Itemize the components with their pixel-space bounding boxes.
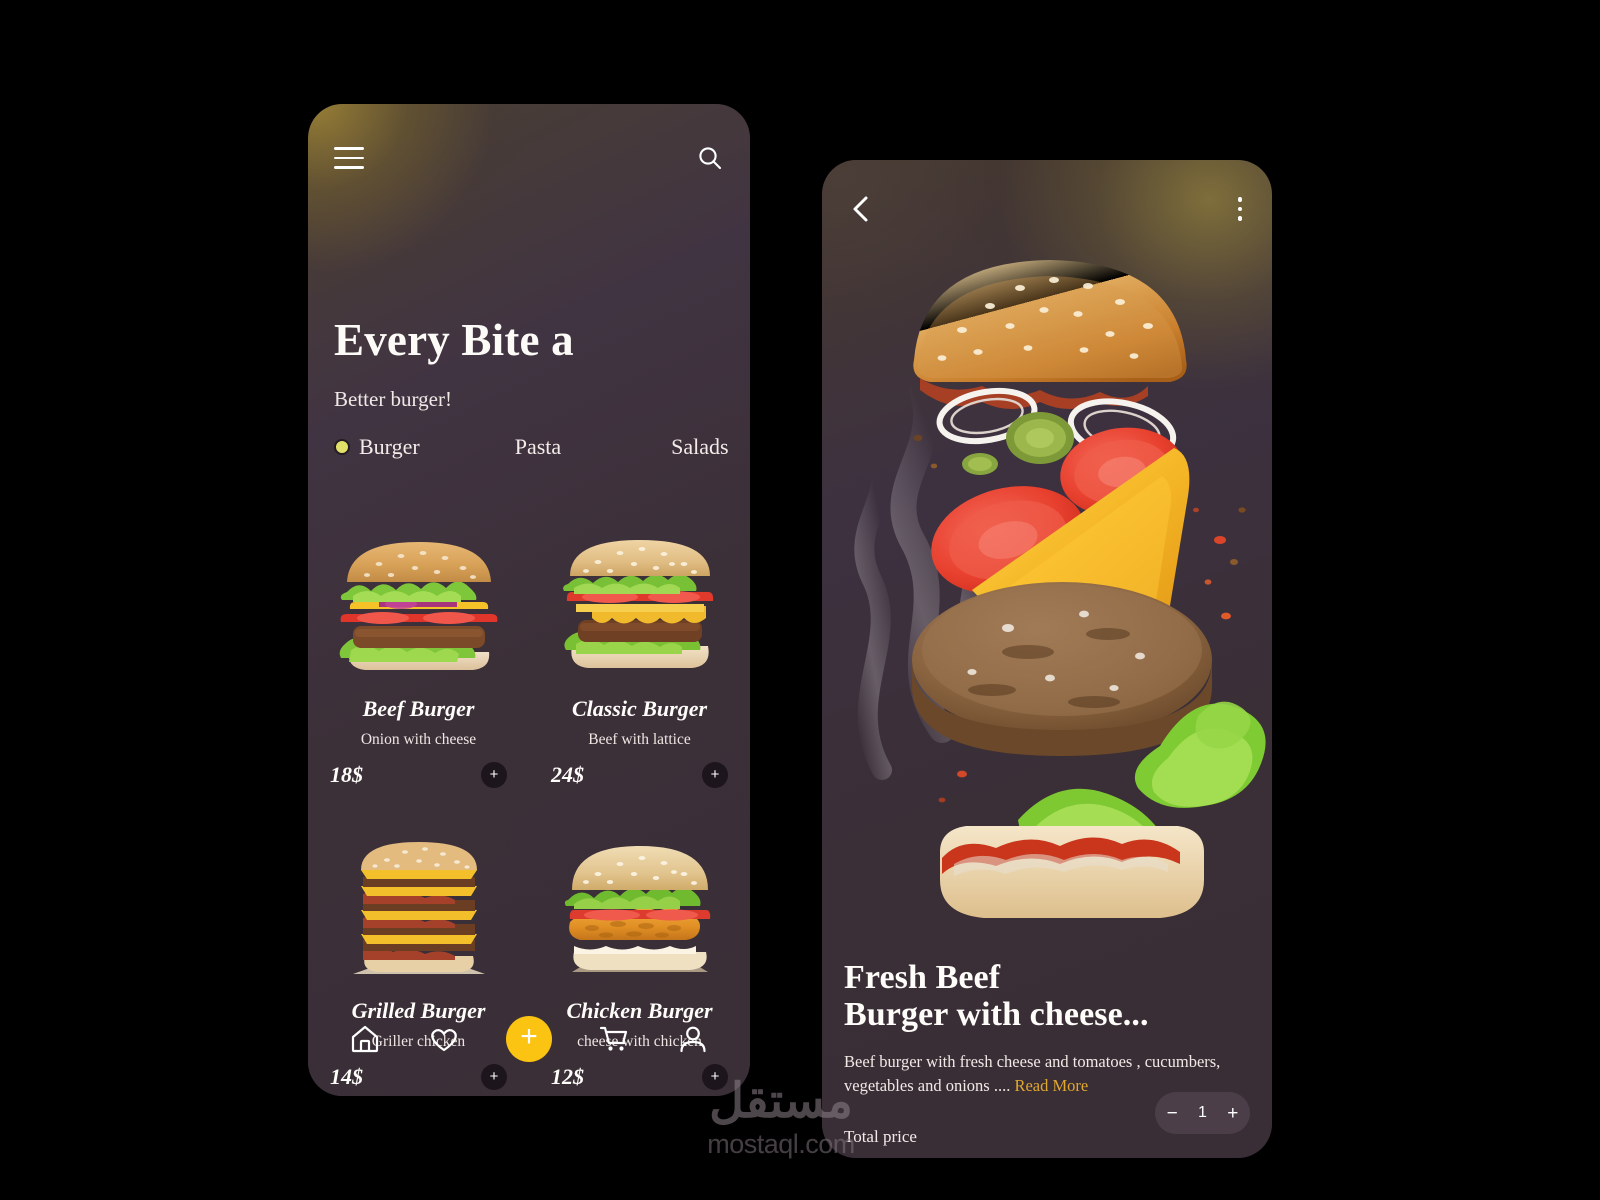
active-tab-dot-icon (334, 439, 350, 455)
add-to-cart-button[interactable]: + (702, 762, 728, 788)
product-name: Beef Burger (362, 696, 475, 721)
product-footer: 24$ + (547, 762, 732, 788)
product-price: 18$ (330, 762, 363, 787)
page-subtitle: Better burger! (334, 387, 452, 411)
nav-profile-icon[interactable] (676, 1022, 710, 1056)
product-footer: 18$ + (326, 762, 511, 788)
nav-cart-icon[interactable] (597, 1022, 631, 1056)
kebab-menu-icon[interactable] (1234, 193, 1247, 225)
tab-pasta-label: Pasta (514, 434, 562, 459)
detail-content: Fresh Beef Burger with cheese... Beef bu… (844, 959, 1250, 1158)
search-icon[interactable] (696, 144, 724, 172)
tab-burger[interactable]: Burger (334, 434, 420, 460)
back-chevron-icon[interactable] (848, 194, 874, 224)
screenshot-root: Every Bite a Better burger! Burger Pasta… (0, 0, 1600, 1200)
quantity-increment-button[interactable]: + (1224, 1104, 1241, 1123)
product-image-classic-burger (547, 534, 732, 684)
total-price-value: 24$ (844, 1155, 1250, 1158)
product-desc: Onion with cheese (360, 731, 477, 748)
detail-top-bar (822, 186, 1272, 232)
home-top-bar (308, 134, 750, 182)
page-title: Every Bite a (334, 315, 574, 365)
product-price: 24$ (551, 762, 584, 787)
product-image-grilled-burger (326, 836, 511, 986)
product-row-1: Beef Burger Onion with cheese 18$ + Clas… (308, 534, 750, 788)
read-more-link[interactable]: Read More (1014, 1076, 1088, 1095)
tab-salads-label: Salads (671, 434, 729, 459)
tab-salads[interactable]: Salads (671, 434, 728, 460)
product-card-classic-burger[interactable]: Classic Burger Beef with lattice 24$ + (529, 534, 750, 788)
detail-title-line-1: Fresh Beef (844, 959, 1001, 996)
nav-add-button[interactable]: + (505, 1016, 552, 1062)
product-name: Classic Burger (571, 696, 708, 721)
product-image-beef-burger (326, 534, 511, 684)
nav-heart-icon[interactable] (427, 1022, 461, 1056)
detail-title: Fresh Beef Burger with cheese... (844, 959, 1250, 1033)
quantity-stepper: − 1 + (1155, 1092, 1250, 1134)
nav-home-icon[interactable] (348, 1022, 382, 1056)
product-card-beef-burger[interactable]: Beef Burger Onion with cheese 18$ + (308, 534, 529, 788)
quantity-value: 1 (1198, 1104, 1207, 1121)
home-screen-phone: Every Bite a Better burger! Burger Pasta… (308, 104, 750, 1096)
product-image-chicken-burger (547, 836, 732, 986)
tab-pasta[interactable]: Pasta (515, 434, 561, 460)
detail-description: Beef burger with fresh cheese and tomato… (844, 1050, 1250, 1097)
tab-burger-label: Burger (359, 434, 420, 459)
detail-screen-phone: Fresh Beef Burger with cheese... Beef bu… (822, 160, 1272, 1158)
detail-hero-image (822, 210, 1272, 950)
add-to-cart-button[interactable]: + (481, 762, 507, 788)
hamburger-menu-icon[interactable] (334, 147, 364, 169)
quantity-decrement-button[interactable]: − (1164, 1104, 1181, 1123)
bottom-navigation-bar: + (308, 1008, 750, 1070)
category-tabs: Burger Pasta Salads (334, 434, 729, 460)
product-desc: Beef with lattice (588, 731, 691, 748)
product-grid: Beef Burger Onion with cheese 18$ + Clas… (308, 534, 750, 1090)
detail-title-line-2: Burger with cheese... (844, 995, 1149, 1033)
